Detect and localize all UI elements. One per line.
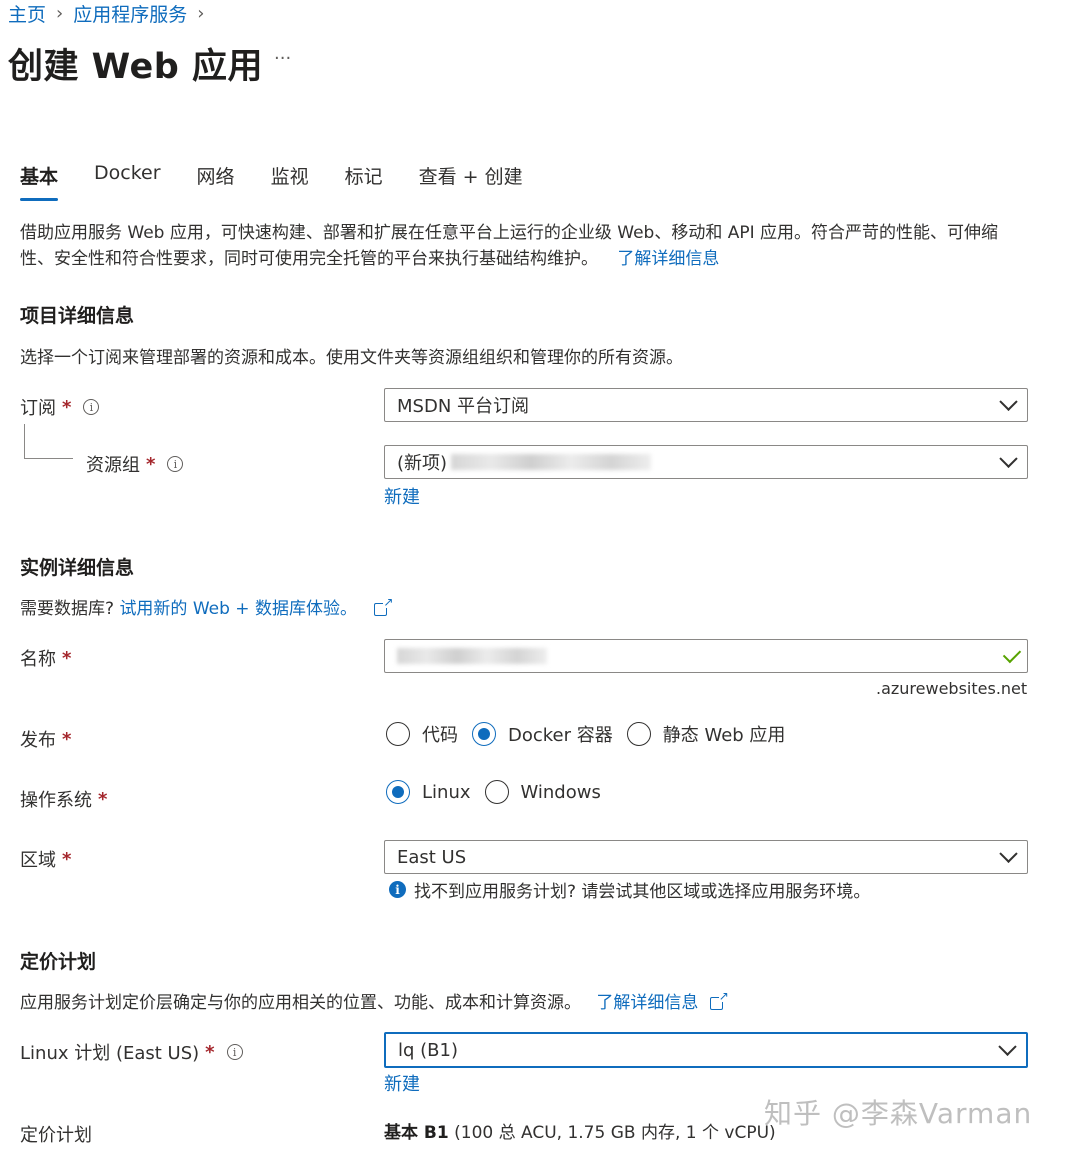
tab-tags[interactable]: 标记 (345, 162, 383, 201)
pricing-tier-name: 基本 B1 (384, 1123, 449, 1143)
linux-plan-label: Linux 计划 (East US) * i (20, 1039, 243, 1065)
region-label-text: 区域 (20, 850, 56, 871)
tab-monitoring[interactable]: 监视 (271, 162, 309, 201)
pricing-plan-heading: 定价计划 (20, 951, 97, 973)
subscription-label-text: 订阅 (20, 398, 56, 419)
publish-radio-group: 代码 Docker 容器 静态 Web 应用 (386, 721, 799, 747)
os-label: 操作系统 * (20, 786, 107, 812)
publish-label: 发布 * (20, 726, 71, 752)
breadcrumb-service-link[interactable]: 应用程序服务 (73, 0, 187, 27)
linux-plan-dropdown[interactable]: lq (B1) (384, 1032, 1028, 1068)
region-dropdown[interactable]: East US (384, 840, 1028, 874)
app-name-input[interactable] (384, 639, 1028, 673)
required-mark: * (62, 647, 72, 669)
required-mark: * (62, 396, 72, 418)
breadcrumb-home-link[interactable]: 主页 (8, 0, 46, 27)
resource-group-label: 资源组 * i (86, 451, 184, 477)
os-radio-group: Linux Windows (386, 780, 615, 804)
radio-button-selected[interactable] (386, 780, 410, 804)
intro-description: 借助应用服务 Web 应用，可快速构建、部署和扩展在任意平台上运行的企业级 We… (20, 223, 999, 269)
required-mark: * (62, 848, 72, 870)
new-plan-link[interactable]: 新建 (384, 1070, 420, 1096)
project-details-description: 选择一个订阅来管理部署的资源和成本。使用文件夹等资源组组织和管理你的所有资源。 (20, 348, 683, 368)
external-link-icon[interactable] (709, 989, 729, 1010)
publish-option-label: Docker 容器 (508, 725, 613, 746)
publish-option-code[interactable]: 代码 (386, 721, 458, 747)
subscription-value: MSDN 平台订阅 (397, 396, 530, 417)
database-prompt-text: 需要数据库? (20, 599, 115, 619)
name-label: 名称 * (20, 645, 71, 671)
radio-button-selected[interactable] (472, 722, 496, 746)
radio-button[interactable] (626, 722, 651, 746)
resource-group-value: (新项) (397, 453, 448, 474)
publish-option-label: 代码 (422, 725, 458, 746)
resource-group-label-text: 资源组 (86, 455, 140, 476)
info-icon[interactable]: i (226, 1044, 243, 1060)
web-database-link[interactable]: 试用新的 Web + 数据库体验。 (119, 599, 357, 619)
publish-option-label: 静态 Web 应用 (662, 725, 786, 746)
os-option-linux[interactable]: Linux (386, 780, 471, 804)
publish-option-docker[interactable]: Docker 容器 (472, 721, 613, 747)
chevron-down-icon (998, 1037, 1017, 1056)
redacted-text (397, 648, 547, 664)
pricing-tier-detail: (100 总 ACU, 1.75 GB 内存, 1 个 vCPU) (454, 1123, 776, 1143)
name-label-text: 名称 (20, 649, 56, 670)
tree-connector (24, 424, 73, 459)
tab-basics[interactable]: 基本 (20, 162, 59, 201)
info-icon[interactable]: i (167, 456, 184, 472)
radio-button[interactable] (484, 780, 509, 804)
project-details-heading: 项目详细信息 (20, 305, 135, 327)
subscription-label: 订阅 * i (20, 394, 100, 420)
linux-plan-value: lq (B1) (398, 1039, 458, 1061)
tab-networking[interactable]: 网络 (197, 162, 235, 201)
chevron-right-icon: › (197, 3, 205, 24)
publish-option-static[interactable]: 静态 Web 应用 (626, 721, 786, 747)
learn-more-link[interactable]: 了解详细信息 (617, 249, 719, 269)
region-label: 区域 * (20, 846, 71, 872)
pricing-tier-value: 基本 B1 (100 总 ACU, 1.75 GB 内存, 1 个 vCPU) (384, 1118, 776, 1143)
more-options-button[interactable]: ··· (274, 48, 291, 69)
os-option-label: Windows (520, 781, 601, 803)
instance-details-heading: 实例详细信息 (20, 557, 135, 579)
new-resource-group-link[interactable]: 新建 (384, 483, 420, 509)
tab-docker[interactable]: Docker (94, 162, 161, 201)
region-hint: i 找不到应用服务计划? 请尝试其他区域或选择应用服务环境。 (389, 877, 870, 902)
required-mark: * (205, 1041, 215, 1063)
pricing-description-text: 应用服务计划定价层确定与你的应用相关的位置、功能、成本和计算资源。 (20, 993, 581, 1013)
chevron-down-icon (999, 844, 1018, 863)
pricing-tier-label: 定价计划 (20, 1125, 92, 1146)
database-prompt: 需要数据库? 试用新的 Web + 数据库体验。 (20, 594, 394, 619)
tab-review-create[interactable]: 查看 + 创建 (419, 162, 523, 201)
info-icon: i (389, 881, 406, 898)
redacted-text (451, 454, 652, 470)
check-icon (1002, 644, 1022, 664)
region-value: East US (397, 846, 467, 868)
radio-button[interactable] (386, 722, 410, 746)
required-mark: * (146, 453, 156, 475)
intro-text: 借助应用服务 Web 应用，可快速构建、部署和扩展在任意平台上运行的企业级 We… (20, 220, 1020, 272)
pricing-learn-more-link[interactable]: 了解详细信息 (596, 993, 698, 1013)
resource-group-dropdown[interactable]: (新项) (384, 445, 1028, 479)
page-title: 创建 Web 应用 (8, 47, 264, 87)
os-option-windows[interactable]: Windows (484, 780, 601, 804)
info-icon[interactable]: i (83, 399, 100, 415)
os-label-text: 操作系统 (20, 790, 92, 811)
os-option-label: Linux (422, 781, 471, 803)
linux-plan-label-text: Linux 计划 (East US) (20, 1043, 200, 1064)
watermark: 知乎 @李森Varman (764, 1097, 1033, 1130)
domain-suffix: .azurewebsites.net (876, 679, 1028, 698)
required-mark: * (98, 788, 108, 810)
chevron-down-icon (999, 449, 1018, 468)
subscription-dropdown[interactable]: MSDN 平台订阅 (384, 388, 1028, 422)
pricing-description: 应用服务计划定价层确定与你的应用相关的位置、功能、成本和计算资源。 了解详细信息 (20, 988, 729, 1013)
breadcrumb: 主页 › 应用程序服务 › (8, 0, 204, 27)
chevron-right-icon: › (56, 3, 64, 24)
region-hint-text: 找不到应用服务计划? 请尝试其他区域或选择应用服务环境。 (414, 882, 871, 902)
required-mark: * (62, 728, 72, 750)
external-link-icon[interactable] (374, 595, 394, 616)
tab-bar: 基本 Docker 网络 监视 标记 查看 + 创建 (20, 162, 523, 201)
publish-label-text: 发布 (20, 730, 56, 751)
chevron-down-icon (999, 392, 1018, 411)
